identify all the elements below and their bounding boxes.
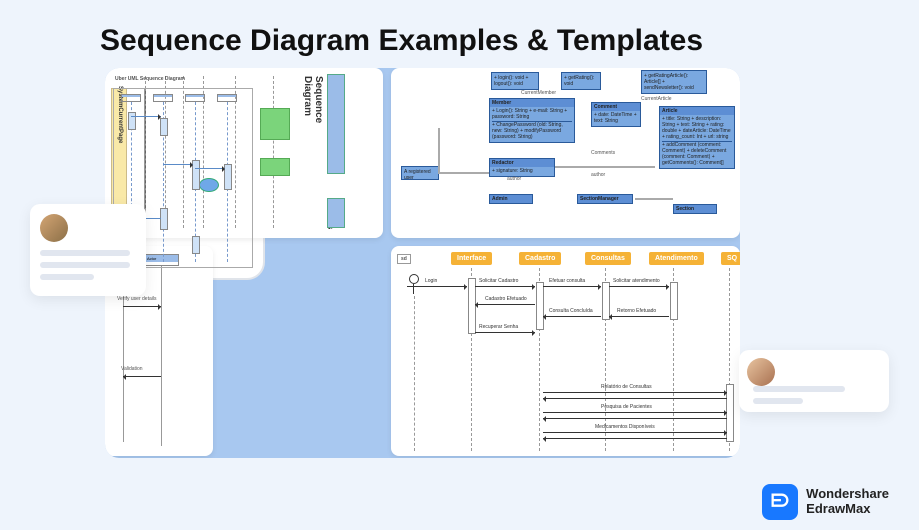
- activation: [160, 208, 168, 230]
- ref-author2: author: [591, 172, 605, 178]
- activation: [160, 118, 168, 136]
- arrow: [543, 418, 727, 419]
- avatar: [747, 358, 775, 386]
- edrawmax-icon: [762, 484, 798, 520]
- lifeline-head: [153, 94, 173, 102]
- actor-head: [409, 274, 419, 284]
- msg-relatorio: Relatório de Consultas: [601, 384, 652, 390]
- lifeline-cadastro: Cadastro: [519, 252, 561, 265]
- class-top2: + getRating(): void: [561, 72, 601, 90]
- msg-medicamentos: Medicamentos Disponíveis: [595, 424, 655, 430]
- arrow: [163, 164, 193, 165]
- arrow: [475, 304, 535, 305]
- arrow-verify: [123, 306, 161, 307]
- avatar: [40, 214, 68, 242]
- ref-current-member: CurrentMember: [521, 90, 556, 96]
- connector: [555, 166, 655, 168]
- arrow: [543, 398, 727, 399]
- activation: [128, 112, 136, 130]
- lifeline-box-blue: [327, 74, 345, 174]
- msg-verify: Verify user details: [117, 296, 156, 302]
- connector: [635, 198, 673, 200]
- comment-bubble-right: [739, 350, 889, 412]
- arrow: [475, 332, 535, 333]
- class-section-manager: SectionManager: [577, 194, 633, 204]
- ref-comments: Comments: [591, 150, 615, 156]
- msg-cadastro-efetuado: Cadastro Efetuado: [485, 296, 527, 302]
- lifeline-consultas: Consultas: [585, 252, 631, 265]
- class-registered-user: A registered user: [401, 166, 439, 180]
- lifeline-box-class: [327, 198, 345, 228]
- lifeline-sq: SQ: [721, 252, 740, 265]
- lifeline-head: [217, 94, 237, 102]
- lifeline-head: [121, 94, 141, 102]
- arrow: [195, 168, 225, 169]
- class-section: Section: [673, 204, 717, 214]
- ref-author: author: [507, 176, 521, 182]
- text-placeholder-line: [40, 262, 130, 268]
- brand-name: Wondershare: [806, 487, 889, 502]
- lifeline-interface: Interface: [451, 252, 492, 265]
- text-placeholder-line: [753, 386, 845, 392]
- msg-login: Login: [425, 278, 437, 284]
- lifeline: [414, 296, 415, 451]
- arrow: [543, 392, 727, 393]
- activation-green: [260, 108, 290, 140]
- msg-retorno-efetuado: Retorno Efetuado: [617, 308, 656, 314]
- arrow: [543, 316, 601, 317]
- arrow: [543, 412, 727, 413]
- arrow: [475, 286, 535, 287]
- arrow: [609, 286, 669, 287]
- frame-label: sd: [397, 254, 411, 264]
- phone-title: Uber UML Sequence Diagram: [115, 76, 185, 82]
- lifeline-head: [185, 94, 205, 102]
- msg-solicitar-cadastro: Solicitar Cadastro: [479, 278, 518, 284]
- page-title: Sequence Diagram Examples & Templates: [100, 24, 703, 58]
- msg-consulta-concluida: Consulta Concluída: [549, 308, 593, 314]
- connector: [438, 128, 440, 173]
- arrow: [131, 116, 161, 117]
- msg-efetuar-consulta: Efetuar consulta: [549, 278, 585, 284]
- arrow-validate: [123, 376, 161, 377]
- msg-pesquisa: Pesquisa de Pacientes: [601, 404, 652, 410]
- brand-logo: Wondershare EdrawMax: [762, 484, 889, 520]
- msg-recuperar-senha: Recuperar Senha: [479, 324, 518, 330]
- activation: [192, 236, 200, 254]
- class-top1: + login(): void + logout(): void: [491, 72, 539, 90]
- class-comment: Comment+ date: DateTime + text: String: [591, 102, 641, 127]
- text-placeholder-line: [753, 398, 803, 404]
- brand-text: Wondershare EdrawMax: [806, 487, 889, 517]
- text-placeholder-line: [40, 250, 130, 256]
- class-article: Article+ title: String + description: St…: [659, 106, 735, 169]
- product-name: EdrawMax: [806, 502, 889, 517]
- msg-validate: Validation: [121, 366, 143, 372]
- class-admin: Admin: [489, 194, 533, 204]
- class-member: Member+ Login(): String + e-mail: String…: [489, 98, 575, 143]
- connector: [438, 172, 489, 174]
- ref-current-article: CurrentArticle: [641, 96, 672, 102]
- lifeline: [273, 76, 274, 228]
- comment-bubble-left: [30, 204, 146, 296]
- msg-solicitar-atendimento: Solicitar atendimento: [613, 278, 660, 284]
- class-top3: + getRatingArticle(): Article[] + sendNe…: [641, 70, 707, 94]
- arrow: [415, 286, 467, 287]
- template-collage: L Sequence Diagram Class SystemCurrentPa…: [105, 68, 740, 458]
- arrow: [543, 432, 727, 433]
- text-placeholder-line: [40, 274, 94, 280]
- arrow: [609, 316, 669, 317]
- activation-green: [260, 158, 290, 176]
- lifeline-atendimento: Atendimento: [649, 252, 704, 265]
- arrow: [543, 438, 727, 439]
- lifeline: [161, 266, 162, 446]
- template-card-class-diagram: + login(): void + logout(): void + getRa…: [391, 68, 740, 238]
- class-redactor: Redactor+ signature: String: [489, 158, 555, 177]
- template-card-cadastro-sequence: sd Interface Cadastro Consultas Atendime…: [391, 246, 740, 456]
- arrow: [543, 286, 601, 287]
